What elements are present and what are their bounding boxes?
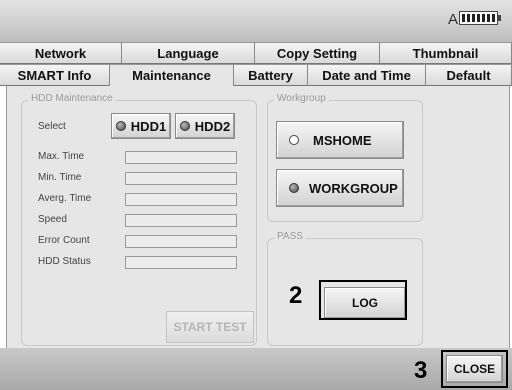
- hdd2-label: HDD2: [194, 118, 231, 134]
- tab-default[interactable]: Default: [426, 64, 512, 86]
- tab-copy-setting[interactable]: Copy Setting: [255, 42, 380, 64]
- tab-language[interactable]: Language: [122, 42, 255, 64]
- hdd-maintenance-title: HDD Maintenance: [28, 93, 116, 104]
- hdd-status-label: HDD Status: [38, 256, 91, 267]
- error-count-label: Error Count: [38, 235, 90, 246]
- tab-thumbnail[interactable]: Thumbnail: [380, 42, 512, 64]
- tab-date-and-time[interactable]: Date and Time: [308, 64, 426, 86]
- tab-maintenance[interactable]: Maintenance: [110, 64, 234, 86]
- max-time-field: [125, 151, 237, 164]
- tab-row-1: Network Language Copy Setting Thumbnail: [0, 42, 512, 64]
- battery-icon: [459, 11, 501, 25]
- hdd1-button[interactable]: HDD1: [111, 113, 171, 139]
- speed-field: [125, 214, 237, 227]
- hdd2-led-icon: [179, 121, 190, 131]
- bottom-bar: 3 CLOSE: [0, 348, 512, 390]
- hdd-status-field: [125, 256, 237, 269]
- min-time-label: Min. Time: [38, 172, 82, 183]
- workgroup-group: Workgroup MSHOME WORKGROUP: [267, 93, 423, 222]
- workgroup-label: WORKGROUP: [309, 180, 398, 196]
- hdd2-button[interactable]: HDD2: [175, 113, 235, 139]
- status-bar: A: [0, 0, 512, 42]
- tab-network[interactable]: Network: [0, 42, 122, 64]
- workgroup-title: Workgroup: [274, 93, 329, 104]
- callout-number-log: 2: [289, 282, 303, 309]
- hdd1-led-icon: [115, 121, 126, 131]
- hdd1-label: HDD1: [130, 118, 167, 134]
- maintenance-panel: HDD Maintenance Select HDD1 HDD2 Max. Ti…: [6, 86, 510, 348]
- callout-number-close: 3: [414, 357, 428, 384]
- error-count-field: [125, 235, 237, 248]
- radio-empty-icon: [289, 135, 299, 145]
- mshome-button[interactable]: MSHOME: [276, 121, 404, 159]
- mode-indicator: A: [448, 11, 459, 28]
- max-time-label: Max. Time: [38, 151, 85, 162]
- tab-smart-info[interactable]: SMART Info: [0, 64, 110, 86]
- log-callout-box: [319, 280, 407, 320]
- tab-row-2: SMART Info Maintenance Battery Date and …: [0, 64, 512, 86]
- averg-time-label: Averg. Time: [38, 193, 92, 204]
- select-label: Select: [38, 121, 66, 132]
- close-button[interactable]: CLOSE: [446, 355, 503, 383]
- min-time-field: [125, 172, 237, 185]
- speed-label: Speed: [38, 214, 67, 225]
- mshome-label: MSHOME: [313, 132, 372, 148]
- pass-title: PASS: [274, 231, 306, 242]
- averg-time-field: [125, 193, 237, 206]
- workgroup-button[interactable]: WORKGROUP: [276, 169, 404, 207]
- radio-selected-icon: [289, 183, 299, 193]
- tab-battery[interactable]: Battery: [234, 64, 308, 86]
- start-test-button[interactable]: START TEST: [166, 311, 254, 343]
- hdd-maintenance-group: HDD Maintenance Select HDD1 HDD2 Max. Ti…: [21, 93, 257, 346]
